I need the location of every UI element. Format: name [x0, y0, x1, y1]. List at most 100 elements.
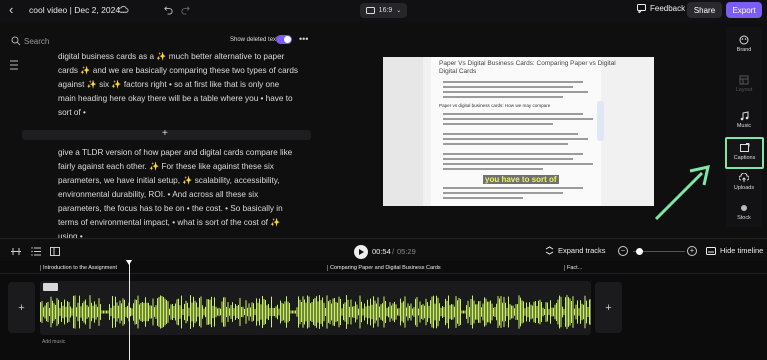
hide-timeline-button[interactable]: Hide timeline — [706, 246, 763, 255]
playback-controls: 00:54 / 05:29 Expand tracks − + Hide tim… — [0, 238, 767, 261]
doc-line — [443, 197, 523, 199]
doc-line — [443, 96, 563, 98]
rail-item-music[interactable]: Music — [726, 111, 762, 129]
export-button[interactable]: Export — [726, 2, 762, 18]
doc-subtitle: Digital Cards — [439, 68, 477, 75]
doc-line — [443, 86, 573, 88]
add-clip-before-button[interactable]: + — [8, 282, 35, 333]
search-icon — [11, 36, 21, 46]
aspect-ratio-dropdown[interactable]: 16:9 ⌄ — [360, 3, 407, 18]
add-scene-divider[interactable]: + — [22, 128, 311, 140]
chapter-marker — [327, 265, 328, 271]
chapter-marker — [40, 265, 41, 271]
chapter-label[interactable]: Introduction to the Assignment — [43, 265, 117, 271]
feedback-icon — [637, 4, 646, 13]
current-time: 00:54 — [372, 247, 391, 256]
doc-line — [443, 123, 553, 125]
doc-line — [443, 91, 588, 93]
audio-track[interactable] — [40, 281, 591, 335]
doc-line — [443, 153, 583, 155]
feedback-button[interactable]: Feedback — [637, 4, 685, 13]
zoom-slider-knob[interactable] — [635, 248, 643, 255]
music-icon — [740, 111, 749, 121]
doc-line — [443, 163, 593, 165]
captions-icon — [740, 143, 750, 152]
palette-icon — [739, 35, 749, 45]
transcript-paragraph[interactable]: give a TLDR version of how paper and dig… — [58, 146, 298, 238]
rail-item-brand[interactable]: Brand — [726, 35, 762, 53]
add-music-label[interactable]: Add music — [42, 339, 65, 345]
doc-sidebar — [383, 57, 423, 206]
redo-icon[interactable] — [180, 4, 191, 15]
show-deleted-toggle[interactable] — [276, 35, 292, 44]
doc-line — [443, 192, 563, 194]
rail-label-uploads: Uploads — [733, 185, 755, 191]
layout-panel-icon[interactable] — [50, 247, 60, 256]
rail-item-stock[interactable]: Stock — [726, 203, 762, 221]
keyboard-icon — [706, 246, 716, 255]
rail-label-captions: Captions — [733, 155, 756, 161]
timeline: Introduction to the Assignment Comparing… — [0, 260, 767, 360]
doc-line — [443, 168, 543, 170]
show-deleted-label: Show deleted text — [230, 37, 278, 43]
audio-waveform — [40, 295, 591, 329]
list-icon[interactable] — [31, 247, 41, 256]
split-icon[interactable] — [11, 247, 21, 256]
project-title[interactable]: cool video | Dec 2, 2024... — [29, 5, 127, 15]
rail-label-music: Music — [736, 123, 752, 129]
doc-line — [443, 81, 583, 83]
search-input[interactable] — [24, 34, 144, 48]
hide-timeline-label: Hide timeline — [720, 246, 764, 255]
rail-label-brand: Brand — [736, 47, 752, 53]
add-clip-after-button[interactable]: + — [595, 282, 622, 333]
video-preview[interactable]: Paper Vs Digital Business Cards: Compari… — [383, 57, 654, 206]
stock-icon — [741, 205, 747, 211]
doc-line — [443, 187, 583, 189]
time-separator: / — [392, 247, 395, 256]
chapter-label[interactable]: Comparing Paper and Digital Business Car… — [330, 265, 441, 271]
highlight-arrow — [654, 165, 710, 221]
clip-thumbnail — [43, 283, 58, 291]
caption-overlay: you have to sort of — [483, 175, 559, 184]
aspect-ratio-value: 16:9 — [378, 7, 393, 14]
chapter-ruler: Introduction to the Assignment Comparing… — [0, 261, 767, 274]
play-button[interactable] — [354, 245, 368, 259]
plus-icon: + — [162, 128, 168, 139]
expand-tracks-button[interactable]: Expand tracks — [545, 246, 606, 255]
expand-tracks-label: Expand tracks — [558, 246, 606, 255]
zoom-out-button[interactable]: − — [618, 246, 628, 256]
transcript-paragraph[interactable]: digital business cards as a ✨ much bette… — [58, 50, 298, 120]
rail-item-layout[interactable]: Layout — [726, 75, 762, 93]
screen-icon — [365, 7, 375, 14]
doc-line — [443, 158, 573, 160]
doc-heading: Paper vs digital business cards: How we … — [439, 103, 551, 108]
total-time: 05:29 — [397, 247, 416, 256]
chapter-label[interactable]: Fact... — [567, 265, 582, 271]
layout-icon — [739, 75, 749, 85]
rail-item-captions[interactable]: Captions — [725, 137, 764, 169]
upload-icon — [739, 173, 749, 182]
back-arrow-icon[interactable]: ‹ — [9, 3, 21, 16]
feedback-label: Feedback — [650, 4, 686, 13]
top-bar: ‹ cool video | Dec 2, 2024... 16:9 ⌄ Fee… — [0, 0, 767, 22]
playhead[interactable] — [129, 261, 130, 360]
rail-label-layout: Layout — [735, 87, 753, 93]
undo-icon[interactable] — [163, 4, 174, 15]
playhead-handle[interactable] — [126, 260, 132, 265]
search-row: Show deleted text ••• — [0, 34, 320, 50]
doc-line — [443, 143, 568, 145]
doc-line — [443, 113, 583, 115]
doc-title: Paper Vs Digital Business Cards: Compari… — [439, 60, 616, 67]
right-rail: Brand Layout Music Uploads Stock — [726, 27, 762, 227]
doc-line — [443, 133, 578, 135]
paragraph-handle-icon[interactable] — [10, 60, 18, 70]
rail-item-uploads[interactable]: Uploads — [726, 173, 762, 191]
doc-line — [443, 138, 588, 140]
zoom-in-button[interactable]: + — [687, 246, 697, 256]
share-button[interactable]: Share — [687, 2, 722, 18]
chapter-marker — [564, 265, 565, 271]
rail-label-stock: Stock — [737, 215, 751, 221]
more-options-icon[interactable]: ••• — [299, 34, 308, 44]
cloud-sync-icon — [118, 5, 129, 13]
doc-line — [443, 118, 593, 120]
